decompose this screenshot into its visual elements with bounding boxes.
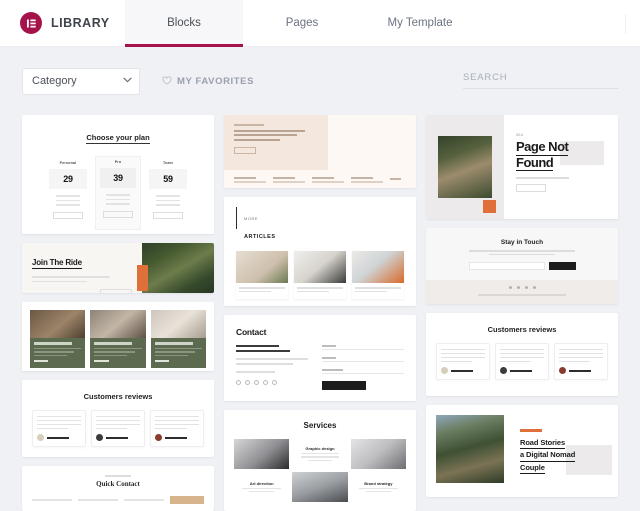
customers-reviews-template[interactable]: Customers reviews [22, 380, 214, 457]
brand: LIBRARY [0, 0, 125, 46]
tab-pages-label: Pages [286, 17, 319, 29]
search-input[interactable] [463, 69, 618, 89]
pricing-title: Choose your plan [86, 133, 149, 144]
not-found-kicker: 404 [516, 133, 608, 137]
review-card [554, 343, 608, 381]
blog-card [30, 310, 85, 368]
road-title-line3: Couple [520, 462, 545, 474]
contact-form-template[interactable]: Contact [224, 315, 416, 400]
service-label: Graphic design [305, 446, 334, 451]
search-wrap [463, 67, 618, 89]
tab-blocks[interactable]: Blocks [125, 0, 243, 46]
preview-image [438, 136, 492, 198]
blog-card [151, 310, 206, 368]
join-the-ride-title: Join The Ride [32, 258, 82, 269]
plan-name: Team [149, 161, 187, 165]
review-card [91, 410, 145, 448]
plan-name: Personal [49, 161, 87, 165]
service-image [292, 472, 347, 502]
filter-bar: Category MY FAVORITES [0, 47, 640, 115]
submit-button [170, 496, 204, 504]
services-title: Services [234, 421, 406, 430]
blog-card [90, 310, 145, 368]
quick-contact-title: Quick Contact [32, 480, 204, 488]
review-card [150, 410, 204, 448]
preview-image [142, 243, 214, 293]
service-label: Art direction [250, 481, 274, 486]
service-label: Brand strategy [364, 481, 392, 486]
road-stories-template[interactable]: Road Stories a Digital Nomad Couple [426, 405, 618, 497]
preview-image [436, 415, 504, 483]
heart-icon [162, 72, 172, 90]
articles-title: ARTICLES [244, 234, 276, 240]
tab-my-template[interactable]: My Template [361, 0, 479, 46]
tab-blocks-label: Blocks [167, 17, 201, 29]
plan-cta [103, 211, 133, 218]
not-found-title-line1: Page Not [516, 140, 568, 156]
service-image [351, 439, 406, 469]
service-item: Graphic design [292, 439, 347, 469]
service-item: Brand strategy [351, 472, 406, 502]
plan-name: Pro [100, 160, 136, 164]
category-select[interactable]: Category [22, 68, 140, 95]
stay-in-touch-title: Stay in Touch [436, 239, 608, 246]
page-not-found-template[interactable]: 404 Page Not Found [426, 115, 618, 219]
service-image [234, 439, 289, 469]
send-message-button [322, 381, 366, 390]
plan-price: 39 [100, 173, 136, 183]
plan-personal: Personal 29 [45, 156, 91, 226]
services-template[interactable]: Services Graphic design Art direction [224, 410, 416, 511]
accent-bar [520, 429, 542, 432]
reviews-title: Customers reviews [32, 392, 204, 401]
customers-reviews-template-2[interactable]: Customers reviews [426, 313, 618, 397]
review-card [495, 343, 549, 381]
brand-name: LIBRARY [51, 16, 110, 30]
road-title-line2: a Digital Nomad [520, 449, 575, 461]
service-item: Art direction [234, 472, 289, 502]
article-card [294, 251, 346, 299]
plan-pro: Pro 39 [95, 156, 141, 230]
accent-block [137, 265, 148, 291]
article-card [352, 251, 404, 299]
blog-three-column-template[interactable] [22, 302, 214, 371]
plan-price: 29 [49, 174, 87, 184]
preview-image [328, 115, 416, 170]
plan-price: 59 [149, 174, 187, 184]
join-the-ride-template[interactable]: Join The Ride [22, 243, 214, 293]
plan-team: Team 59 [145, 156, 191, 226]
email-field [469, 262, 545, 270]
review-card [32, 410, 86, 448]
pricing-plans-template[interactable]: Choose your plan Personal 29 Pro 39 [22, 115, 214, 234]
grid-column-3: 404 Page Not Found Stay in Touch [426, 115, 618, 511]
modal-header: LIBRARY Blocks Pages My Template [0, 0, 640, 47]
plan-cta [153, 212, 183, 219]
tab-my-template-label: My Template [388, 17, 453, 29]
not-found-title-line2: Found [516, 156, 553, 172]
accent-block [483, 200, 496, 213]
back-home-button [516, 184, 546, 192]
review-card [436, 343, 490, 381]
header-tabs: Blocks Pages My Template [125, 0, 479, 46]
grid-column-1: Choose your plan Personal 29 Pro 39 [22, 115, 214, 511]
template-grid: Choose your plan Personal 29 Pro 39 [0, 115, 640, 511]
library-modal: LIBRARY Blocks Pages My Template Categor… [0, 0, 640, 511]
contact-title: Contact [236, 327, 404, 337]
header-divider [625, 14, 626, 34]
stay-in-touch-template[interactable]: Stay in Touch [426, 228, 618, 304]
road-title-line1: Road Stories [520, 437, 565, 449]
category-select-wrap: Category [22, 68, 140, 95]
quick-contact-template[interactable]: Quick Contact [22, 466, 214, 511]
interior-hero-template[interactable] [224, 115, 416, 188]
grid-column-2: MORE ARTICLES Contact [224, 115, 416, 511]
reviews-title: Customers reviews [436, 325, 608, 334]
articles-kicker: MORE [244, 216, 258, 221]
subscribe-button [549, 262, 576, 270]
tab-pages[interactable]: Pages [243, 0, 361, 46]
more-articles-template[interactable]: MORE ARTICLES [224, 197, 416, 306]
my-favorites-label: MY FAVORITES [177, 76, 254, 87]
article-card [236, 251, 288, 299]
my-favorites-button[interactable]: MY FAVORITES [162, 72, 254, 90]
plan-cta [53, 212, 83, 219]
elementor-logo-icon [20, 12, 42, 34]
